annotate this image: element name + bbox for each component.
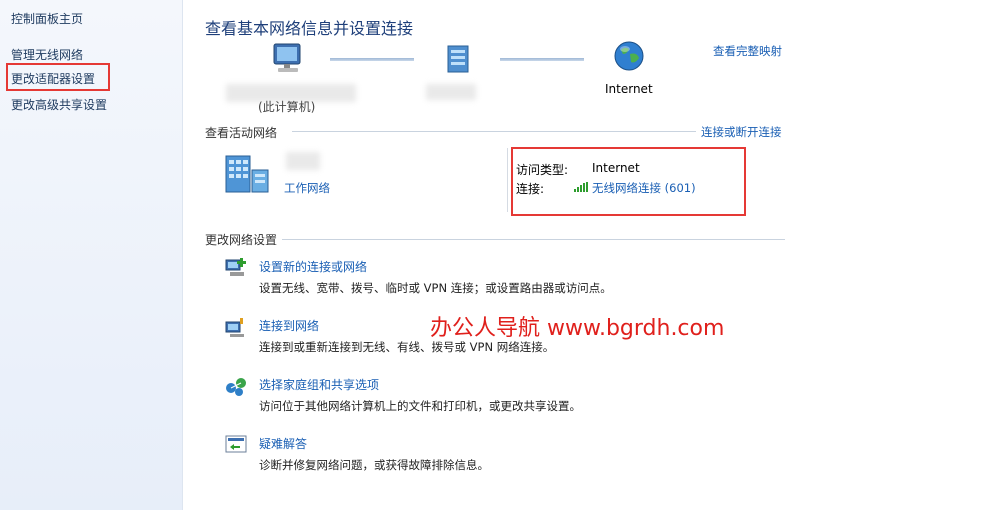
change-settings-divider [282, 239, 785, 240]
troubleshoot-icon [224, 433, 248, 457]
connect-to-network-icon [224, 316, 248, 340]
change-settings-section-label: 更改网络设置 [205, 233, 278, 247]
work-network-link[interactable]: 工作网络 [284, 180, 330, 196]
view-full-map-link[interactable]: 查看完整映射 [713, 43, 782, 59]
connection-line-network-to-internet [500, 58, 584, 61]
this-computer-label: (此计算机) [258, 100, 316, 114]
homegroup-sharing-desc: 访问位于其他网络计算机上的文件和打印机，或更改共享设置。 [259, 399, 581, 413]
computer-icon [270, 42, 306, 76]
highlight-box-connection-info [511, 147, 746, 216]
troubleshoot-link[interactable]: 疑难解答 [259, 435, 307, 452]
sidebar-item-control-panel-home[interactable]: 控制面板主页 [11, 10, 83, 27]
active-networks-section-label: 查看活动网络 [205, 126, 278, 140]
active-network-vertical-divider [507, 148, 508, 212]
network-icon [442, 44, 474, 74]
redacted-active-network-name [286, 152, 320, 170]
work-network-icon [222, 154, 272, 194]
connection-line-pc-to-network [330, 58, 414, 61]
sidebar-item-manage-wireless[interactable]: 管理无线网络 [11, 46, 83, 63]
connect-to-network-link[interactable]: 连接到网络 [259, 317, 319, 334]
active-networks-divider [292, 131, 696, 132]
setup-new-connection-desc: 设置无线、宽带、拨号、临时或 VPN 连接；或设置路由器或访问点。 [259, 281, 612, 295]
setup-connection-icon [224, 256, 248, 280]
connect-disconnect-link[interactable]: 连接或断开连接 [701, 124, 782, 140]
sidebar-item-advanced-sharing[interactable]: 更改高级共享设置 [11, 96, 107, 113]
internet-globe-icon [613, 40, 645, 72]
redacted-network-name [426, 84, 476, 100]
homegroup-sharing-icon [224, 374, 248, 398]
watermark-text: 办公人导航 www.bgrdh.com [430, 316, 725, 341]
troubleshoot-desc: 诊断并修复网络问题，或获得故障排除信息。 [259, 458, 489, 472]
homegroup-sharing-link[interactable]: 选择家庭组和共享选项 [259, 376, 379, 393]
internet-label: Internet [605, 82, 653, 96]
highlight-box-adapter-settings [6, 63, 110, 91]
setup-new-connection-link[interactable]: 设置新的连接或网络 [259, 258, 367, 275]
page-title: 查看基本网络信息并设置连接 [205, 19, 414, 38]
